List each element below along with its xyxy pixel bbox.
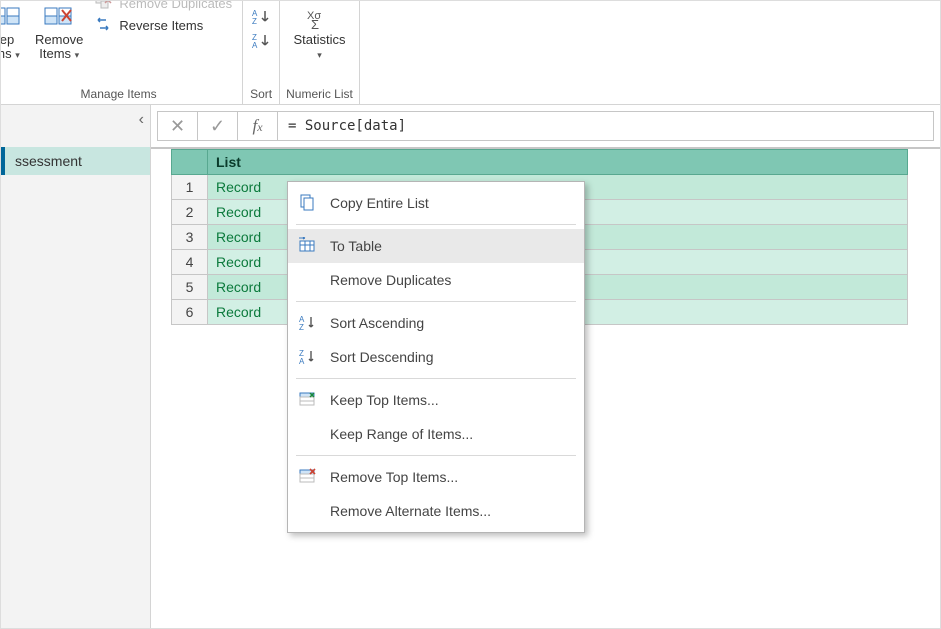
svg-text:A: A: [252, 41, 258, 50]
menu-label: Remove Alternate Items...: [330, 503, 491, 519]
ribbon-toolbar: epms ▾ RemoveItems ▾ Remove Duplicates: [1, 1, 940, 105]
check-icon: ✓: [210, 116, 225, 137]
grid-row-header[interactable]: 6: [172, 300, 208, 325]
grid-row-header[interactable]: 4: [172, 250, 208, 275]
menu-label: Copy Entire List: [330, 195, 429, 211]
svg-text:A: A: [299, 357, 305, 366]
statistics-button[interactable]: XσΣ Statistics▾: [289, 3, 349, 64]
ribbon-group-label-numlist: Numeric List: [286, 83, 353, 104]
query-item-assessment[interactable]: ssessment: [1, 147, 150, 175]
menu-separator: [296, 301, 576, 302]
record-link[interactable]: Record: [216, 279, 261, 295]
fx-icon: fx: [252, 116, 262, 136]
menu-sort-ascending[interactable]: AZ Sort Ascending: [288, 306, 584, 340]
menu-separator: [296, 378, 576, 379]
keep-items-button[interactable]: epms ▾: [0, 3, 27, 64]
formula-text: = Source[data]: [288, 118, 406, 134]
keep-items-icon: [0, 5, 23, 33]
ribbon-group-manage-items: epms ▾ RemoveItems ▾ Remove Duplicates: [1, 1, 243, 104]
reverse-items-label: Reverse Items: [119, 18, 203, 33]
sort-desc-icon: ZA: [294, 348, 320, 366]
reverse-items-icon: [95, 17, 113, 33]
menu-label: Sort Ascending: [330, 315, 424, 331]
x-icon: ✕: [170, 116, 185, 137]
menu-label: To Table: [330, 238, 382, 254]
query-item-label: ssessment: [15, 153, 82, 169]
menu-remove-duplicates[interactable]: Remove Duplicates: [288, 263, 584, 297]
menu-remove-alternate-items[interactable]: Remove Alternate Items...: [288, 494, 584, 528]
formula-accept-button[interactable]: ✓: [197, 111, 237, 141]
svg-text:Z: Z: [252, 17, 257, 26]
ribbon-group-label-manage: Manage Items: [81, 83, 157, 104]
ribbon-group-numeric-list: XσΣ Statistics▾ Numeric List: [280, 1, 360, 104]
menu-label: Keep Range of Items...: [330, 426, 473, 442]
menu-label: Remove Duplicates: [330, 272, 451, 288]
menu-sort-descending[interactable]: ZA Sort Descending: [288, 340, 584, 374]
menu-to-table[interactable]: To Table: [288, 229, 584, 263]
remove-top-icon: [294, 468, 320, 486]
grid-row-header[interactable]: 3: [172, 225, 208, 250]
menu-label: Keep Top Items...: [330, 392, 439, 408]
statistics-icon: XσΣ: [303, 5, 335, 33]
formula-cancel-button[interactable]: ✕: [157, 111, 197, 141]
formula-bar: ✕ ✓ fx = Source[data]: [151, 105, 940, 149]
reverse-items-button[interactable]: Reverse Items: [91, 15, 236, 35]
record-link[interactable]: Record: [216, 229, 261, 245]
collapse-pane-icon[interactable]: ‹: [139, 111, 144, 129]
menu-remove-top-items[interactable]: Remove Top Items...: [288, 460, 584, 494]
menu-label: Remove Top Items...: [330, 469, 458, 485]
keep-top-icon: [294, 391, 320, 409]
formula-fx-button[interactable]: fx: [237, 111, 277, 141]
record-link[interactable]: Record: [216, 254, 261, 270]
remove-duplicates-label: Remove Duplicates: [119, 0, 232, 11]
record-link[interactable]: Record: [216, 179, 261, 195]
grid-column-header-list[interactable]: List: [208, 150, 908, 175]
grid-row-header[interactable]: 2: [172, 200, 208, 225]
menu-keep-range-items[interactable]: Keep Range of Items...: [288, 417, 584, 451]
copy-icon: [294, 194, 320, 212]
remove-duplicates-button[interactable]: Remove Duplicates: [91, 0, 236, 13]
formula-input[interactable]: = Source[data]: [277, 111, 934, 141]
sort-ascending-button[interactable]: AZ: [249, 7, 273, 27]
ribbon-group-sort: AZ ZA Sort: [243, 1, 280, 104]
queries-pane: ‹ ssessment: [1, 105, 151, 629]
list-context-menu: Copy Entire List To Table Remove Duplica…: [287, 181, 585, 533]
sort-asc-icon: AZ: [294, 314, 320, 332]
grid-corner-cell[interactable]: [172, 150, 208, 175]
remove-items-icon: [43, 5, 75, 33]
grid-row-header[interactable]: 1: [172, 175, 208, 200]
to-table-icon: [294, 237, 320, 255]
grid-row-header[interactable]: 5: [172, 275, 208, 300]
menu-separator: [296, 455, 576, 456]
remove-items-button[interactable]: RemoveItems ▾: [31, 3, 87, 64]
record-link[interactable]: Record: [216, 304, 261, 320]
menu-copy-entire-list[interactable]: Copy Entire List: [288, 186, 584, 220]
svg-text:Σ: Σ: [311, 17, 319, 31]
remove-duplicates-icon: [95, 0, 113, 11]
sort-descending-button[interactable]: ZA: [249, 31, 273, 51]
ribbon-group-label-sort: Sort: [250, 83, 272, 104]
record-link[interactable]: Record: [216, 204, 261, 220]
svg-text:Z: Z: [299, 323, 304, 332]
menu-keep-top-items[interactable]: Keep Top Items...: [288, 383, 584, 417]
menu-separator: [296, 224, 576, 225]
menu-label: Sort Descending: [330, 349, 434, 365]
